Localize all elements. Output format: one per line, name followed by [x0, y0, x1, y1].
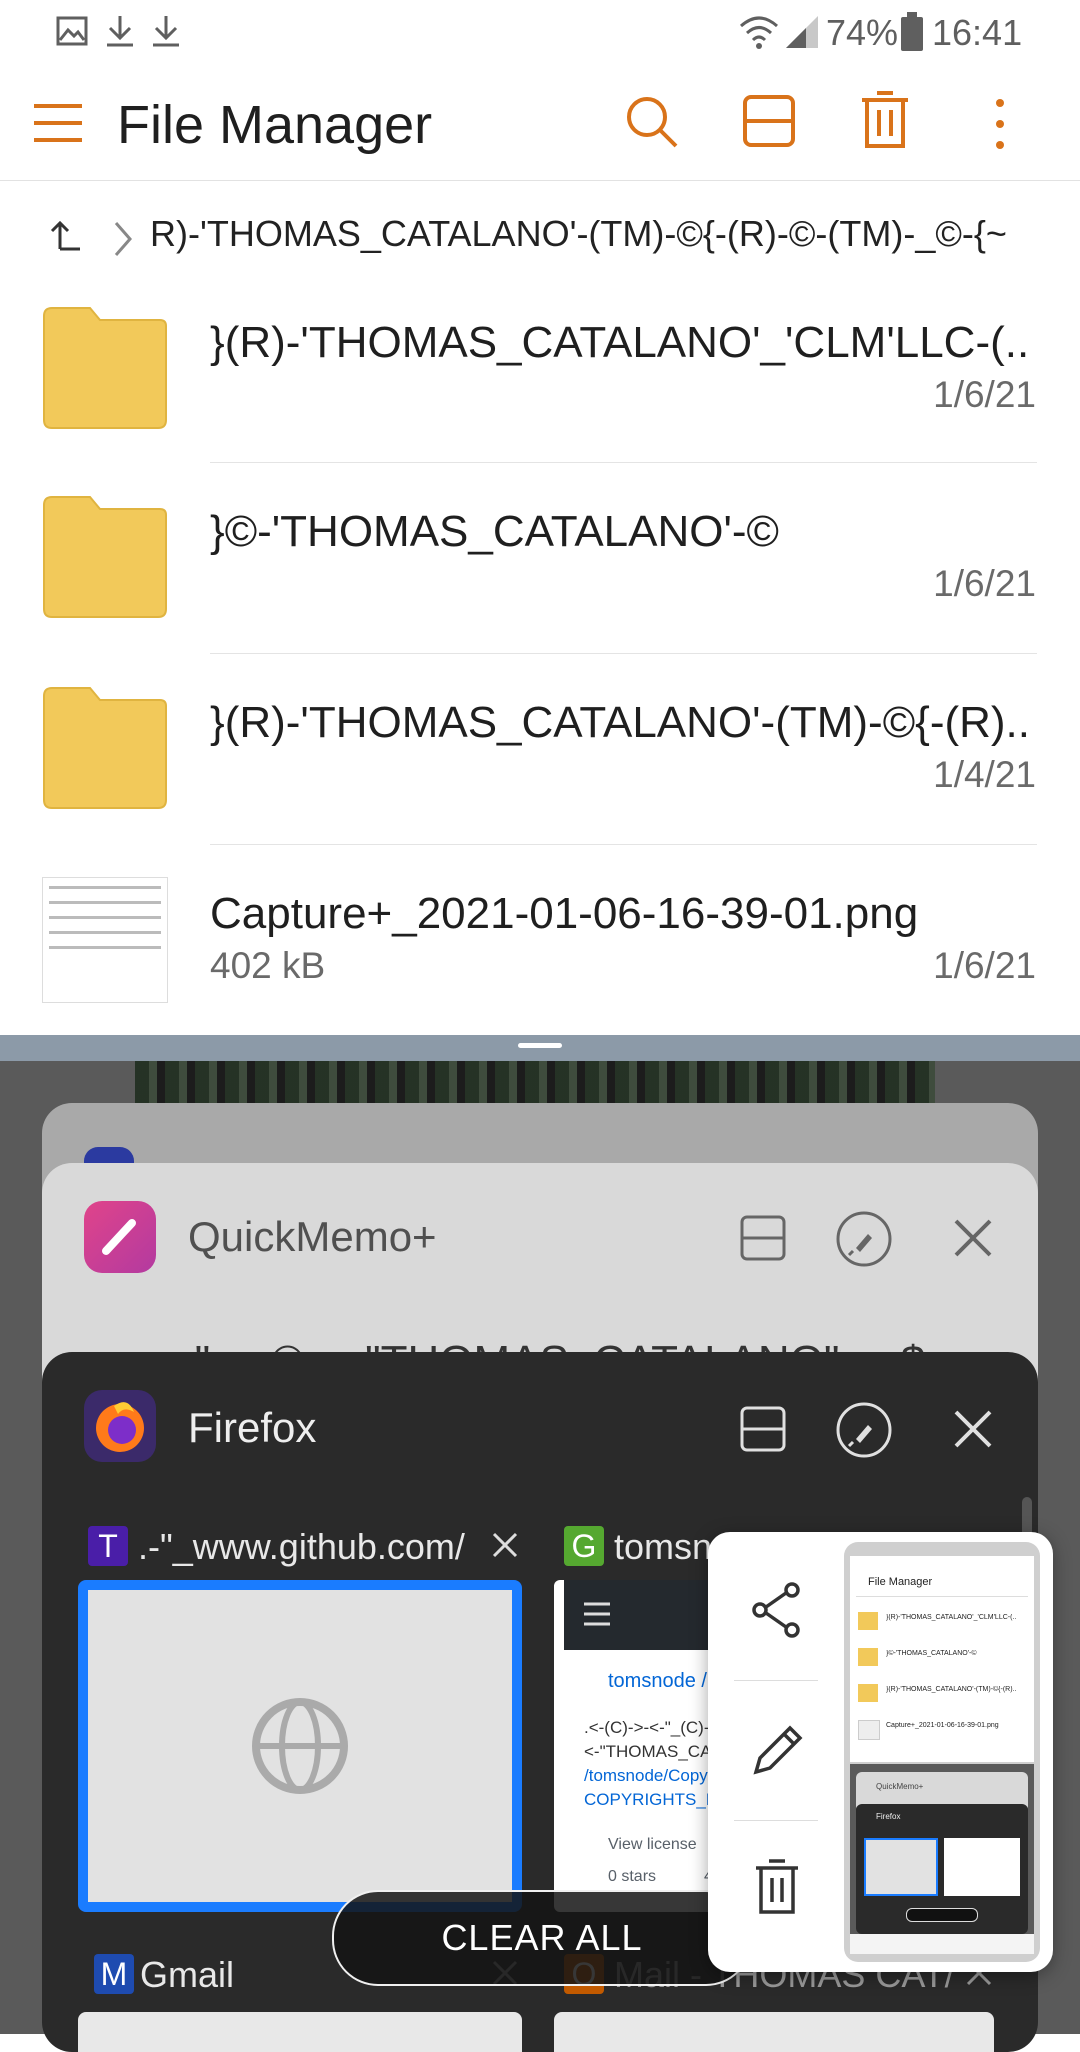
thumb-title: File Manager [868, 1576, 933, 1588]
breadcrumb: R)-'THOMAS_CATALANO'-(TM)-©{-(R)-©-(TM)-… [0, 181, 1080, 296]
page-title: File Manager [117, 95, 433, 155]
list-item[interactable]: Capture+_2021-01-06-16-39-01.png 402 kB … [0, 869, 1080, 1060]
star-count: 0 stars [608, 1868, 657, 1885]
divider [210, 462, 1037, 463]
file-name: }(R)-'THOMAS_CATALANO'_'CLM'LLC-(.. [210, 318, 1030, 367]
thumb-row: }(R)-'THOMAS_CATALANO'-(TM)-©{-(R).. [886, 1686, 1017, 1693]
split-view-icon[interactable] [738, 1213, 788, 1263]
download-icon [107, 16, 133, 47]
app-title: QuickMemo+ [188, 1213, 437, 1260]
globe-icon [252, 1698, 348, 1794]
tab-thumbnail-selected[interactable] [78, 1580, 522, 1912]
divider [734, 1820, 818, 1821]
thumb-row: }(R)-'THOMAS_CATALANO'_'CLM'LLC-(.. [886, 1614, 1017, 1621]
delete-icon[interactable] [754, 1858, 800, 1916]
divider [734, 1680, 818, 1681]
divider [210, 844, 1037, 845]
current-path[interactable]: R)-'THOMAS_CATALANO'-(TM)-©{-(R)-©-(TM)-… [150, 213, 1030, 255]
more-options-icon[interactable] [992, 96, 1008, 152]
folder-icon [43, 687, 167, 809]
app-bar: File Manager [0, 64, 1080, 181]
thumb-memo-title: QuickMemo+ [876, 1782, 924, 1791]
divider [210, 653, 1037, 654]
up-directory-icon[interactable] [46, 219, 82, 255]
menu-icon[interactable] [32, 102, 84, 144]
file-name: }©-'THOMAS_CATALANO'-© [210, 507, 779, 556]
thumb-ff-title: Firefox [876, 1812, 901, 1821]
split-view-icon[interactable] [738, 1404, 788, 1454]
tab-title: .-"_www.github.com/ [138, 1526, 465, 1567]
split-divider[interactable] [0, 1035, 1080, 1061]
delete-icon[interactable] [860, 90, 910, 150]
wifi-icon [740, 16, 778, 49]
tab-favicon: M [94, 1954, 134, 1994]
file-date: 1/6/21 [933, 945, 1036, 986]
close-icon[interactable] [950, 1215, 996, 1261]
hamburger-icon [584, 1602, 610, 1626]
folder-icon [43, 496, 167, 618]
edit-icon[interactable] [750, 1722, 806, 1778]
search-icon[interactable] [624, 94, 680, 150]
app-title: Firefox [188, 1404, 317, 1451]
list-item[interactable]: }(R)-'THOMAS_CATALANO'-(TM)-©{-(R).. 1/4… [0, 678, 1080, 869]
drag-handle[interactable] [518, 1043, 562, 1048]
folder-icon [43, 307, 167, 429]
text-line: /tomsnode/Copy [584, 1766, 708, 1785]
tab-title: Gmail [140, 1954, 235, 1995]
pin-icon[interactable] [835, 1210, 893, 1268]
view-license: View license [608, 1836, 697, 1853]
pin-icon[interactable] [835, 1401, 893, 1459]
download-icon [153, 16, 179, 47]
quickmemo-icon [84, 1201, 156, 1273]
close-tab-icon[interactable] [490, 1530, 520, 1560]
clock: 16:41 [932, 12, 1023, 53]
thumb-row: }©-'THOMAS_CATALANO'-© [886, 1650, 977, 1657]
image-thumbnail [42, 877, 168, 1003]
tab-thumbnail[interactable] [78, 2012, 522, 2052]
status-bar: 74% 16:41 [0, 0, 1080, 64]
wallpaper [135, 1061, 935, 1105]
image-icon [56, 16, 88, 46]
split-view-icon[interactable] [742, 94, 796, 148]
signal-icon [786, 16, 818, 48]
thumb-row: Capture+_2021-01-06-16-39-01.png [886, 1722, 999, 1729]
list-item[interactable]: }(R)-'THOMAS_CATALANO'_'CLM'LLC-(.. 1/6/… [0, 296, 1080, 487]
clear-all-button[interactable]: CLEAR ALL [332, 1890, 752, 1986]
chevron-right-icon [114, 222, 132, 256]
repo-name: tomsnode / [608, 1670, 707, 1692]
file-name: Capture+_2021-01-06-16-39-01.png [210, 889, 919, 938]
screenshot-popup: File Manager }(R)-'THOMAS_CATALANO'_'CLM… [708, 1532, 1053, 1972]
battery-icon [901, 12, 923, 51]
file-date: 1/4/21 [933, 754, 1036, 795]
close-icon[interactable] [950, 1406, 996, 1452]
file-list: }(R)-'THOMAS_CATALANO'_'CLM'LLC-(.. 1/6/… [0, 296, 1080, 1035]
file-name: }(R)-'THOMAS_CATALANO'-(TM)-©{-(R).. [210, 698, 1030, 747]
tab-favicon: G [564, 1526, 604, 1566]
list-item[interactable]: }©-'THOMAS_CATALANO'-© 1/6/21 [0, 487, 1080, 678]
battery-percent: 74% [826, 12, 899, 53]
screenshot-thumbnail[interactable]: File Manager }(R)-'THOMAS_CATALANO'_'CLM… [844, 1542, 1040, 1962]
file-size: 402 kB [210, 945, 326, 986]
file-date: 1/6/21 [933, 563, 1036, 604]
share-icon[interactable] [750, 1582, 804, 1638]
file-date: 1/6/21 [933, 374, 1036, 415]
tab-thumbnail[interactable] [554, 2012, 994, 2052]
tab-favicon: T [88, 1526, 128, 1566]
firefox-icon [84, 1390, 156, 1462]
